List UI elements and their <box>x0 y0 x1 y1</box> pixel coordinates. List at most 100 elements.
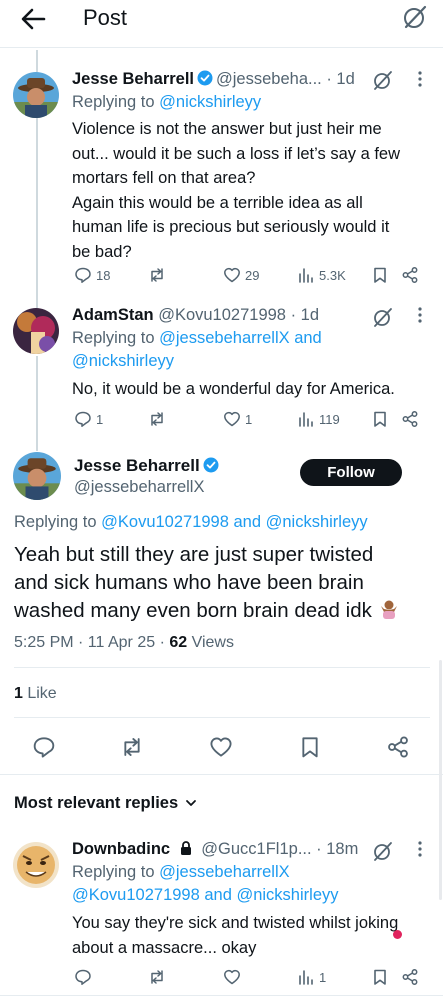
more-options-icon[interactable] <box>417 306 423 324</box>
handle[interactable]: @jessebeharrellX <box>74 477 204 497</box>
bookmark-button[interactable] <box>371 408 389 430</box>
reply-icon <box>75 969 91 985</box>
verified-badge-icon <box>197 70 213 86</box>
timestamp[interactable]: · 1d <box>326 70 354 88</box>
replying-to: Replying to @jessebeharrellX and @nicksh… <box>72 327 322 373</box>
views-button[interactable]: 1 <box>297 966 326 988</box>
tweet-text: Violence is not the answer but just heir… <box>72 120 401 261</box>
handle[interactable]: @Gucc1Fl1p... <box>201 840 311 858</box>
grok-icon[interactable] <box>372 840 394 862</box>
post-timestamp[interactable]: 5:25 PM · 11 Apr 25 · <box>14 634 169 651</box>
display-name[interactable]: AdamStan <box>72 306 154 324</box>
display-name[interactable]: Jesse Beharrell <box>72 70 194 88</box>
handle[interactable]: @jessebeha... <box>216 70 322 88</box>
share-button[interactable] <box>401 966 419 988</box>
mention-link[interactable]: @nickshirleyy <box>159 93 261 111</box>
bookmark-button[interactable] <box>371 966 389 988</box>
share-icon <box>402 267 418 283</box>
views-icon <box>299 970 313 985</box>
replying-to: Replying to @Kovu10271998 and @nickshirl… <box>14 513 368 531</box>
divider <box>0 995 443 996</box>
heart-icon <box>224 969 240 985</box>
reply-tweet[interactable]: AdamStan @Kovu10271998 · 1d Replying to … <box>0 304 443 434</box>
main-tweet-text: Yeah but still they are just super twist… <box>14 541 434 625</box>
bookmark-icon <box>374 969 386 985</box>
repost-button[interactable] <box>148 264 166 286</box>
page-title: Post <box>83 5 128 30</box>
notification-dot <box>393 930 402 939</box>
chevron-down-icon <box>186 800 197 806</box>
views-icon <box>299 268 313 283</box>
tweet-text: No, it would be a wonderful day for Amer… <box>72 380 395 398</box>
views-button[interactable]: 119 <box>297 408 340 430</box>
share-icon[interactable] <box>386 735 410 759</box>
back-arrow-icon[interactable] <box>18 4 48 34</box>
mention-link[interactable]: @Kovu10271998 and @nickshirleyy <box>101 513 368 531</box>
reply-button[interactable]: 18 <box>74 264 110 286</box>
bookmark-button[interactable] <box>371 264 389 286</box>
more-options-icon[interactable] <box>417 70 423 88</box>
like-button[interactable]: 29 <box>223 264 259 286</box>
reply-tweet[interactable]: Downbadinc @Gucc1Fl1p... · 18m Replying … <box>0 838 443 988</box>
likes-summary[interactable]: 1 Like <box>14 683 57 705</box>
more-options-icon[interactable] <box>417 840 423 858</box>
tweet-actions: 18 29 5.3K <box>72 264 422 286</box>
mention-link[interactable]: @Kovu10271998 and @nickshirleyy <box>72 884 339 907</box>
reply-button[interactable]: 1 <box>74 408 103 430</box>
mention-link[interactable]: @jessebeharrellX <box>159 863 289 881</box>
avatar[interactable] <box>13 452 61 500</box>
share-button[interactable] <box>401 408 419 430</box>
timestamp[interactable]: · 18m <box>316 840 358 858</box>
handle[interactable]: @Kovu10271998 <box>158 306 286 324</box>
reply-button[interactable] <box>74 966 96 988</box>
display-name[interactable]: Jesse Beharrell <box>74 456 222 476</box>
timestamp[interactable]: · 1d <box>291 306 319 324</box>
grok-icon[interactable] <box>372 306 394 328</box>
repost-icon <box>151 268 163 282</box>
replies-sort-dropdown[interactable]: Most relevant replies <box>14 792 198 814</box>
like-button[interactable] <box>223 966 241 988</box>
share-button[interactable] <box>401 264 419 286</box>
tweet-header: Jesse Beharrell @jessebeha... · 1d <box>72 68 355 90</box>
repost-icon[interactable] <box>120 735 144 759</box>
top-bar: Post <box>0 0 443 48</box>
person-shrugging-emoji-icon <box>380 600 397 619</box>
share-icon <box>402 411 418 427</box>
views-count: 62 <box>169 634 188 651</box>
heart-icon <box>224 411 240 427</box>
reply-icon[interactable] <box>32 735 56 759</box>
lock-icon <box>180 841 191 855</box>
verified-badge-icon <box>203 457 219 473</box>
bookmark-icon <box>374 267 386 283</box>
reply-tweet[interactable]: Jesse Beharrell @jessebeha... · 1d Replyi… <box>0 68 443 288</box>
tweet-actions: 1 1 119 <box>72 408 422 430</box>
reply-icon <box>75 411 91 427</box>
tweet-actions: 1 <box>72 966 422 988</box>
like-button[interactable]: 1 <box>223 408 252 430</box>
post-meta: 5:25 PM · 11 Apr 25 · 62 Views <box>14 634 234 651</box>
views-icon <box>299 412 313 427</box>
bookmark-icon[interactable] <box>298 735 322 759</box>
mention-link[interactable]: @jessebeharrellX and <box>159 329 322 347</box>
repost-button[interactable] <box>148 966 166 988</box>
heart-icon <box>224 267 240 283</box>
tweet-header: Downbadinc @Gucc1Fl1p... · 18m <box>72 838 358 860</box>
follow-button[interactable]: Follow <box>300 459 402 486</box>
replying-to: Replying to @jessebeharrellX @Kovu102719… <box>72 861 339 907</box>
divider <box>14 667 430 668</box>
tweet-header: AdamStan @Kovu10271998 · 1d <box>72 304 319 326</box>
divider <box>0 774 443 775</box>
mention-link[interactable]: @nickshirleyy <box>72 350 322 373</box>
reply-icon <box>75 267 91 283</box>
grok-icon[interactable] <box>402 4 428 30</box>
grok-icon[interactable] <box>372 69 394 91</box>
repost-icon <box>151 412 163 426</box>
share-icon <box>402 969 418 985</box>
bookmark-icon <box>374 411 386 427</box>
replying-to: Replying to @nickshirleyy <box>72 93 262 111</box>
divider <box>14 717 430 718</box>
repost-button[interactable] <box>148 408 166 430</box>
display-name[interactable]: Downbadinc <box>72 840 170 858</box>
heart-icon[interactable] <box>209 735 233 759</box>
views-button[interactable]: 5.3K <box>297 264 346 286</box>
